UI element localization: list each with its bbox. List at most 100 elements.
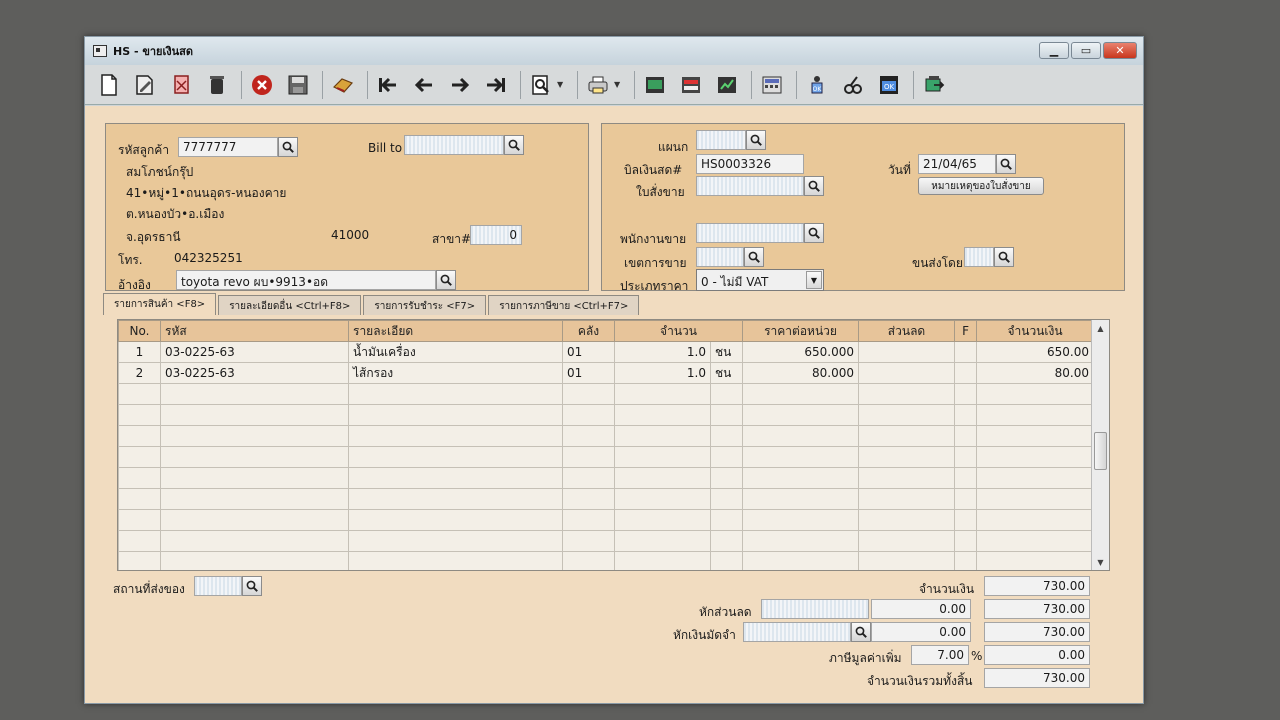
tools-button[interactable] [327, 69, 359, 101]
empty-row[interactable] [118, 488, 1095, 510]
next-record-button[interactable] [444, 69, 476, 101]
bill-no-field[interactable]: HS0003326 [696, 154, 804, 174]
cell-unit[interactable]: ชน [709, 341, 744, 363]
col-desc-header[interactable]: รายละเอียด [348, 320, 563, 342]
export-button[interactable] [675, 69, 707, 101]
scroll-down-icon[interactable]: ▼ [1092, 554, 1109, 570]
sales-order-lookup-button[interactable] [804, 176, 824, 196]
cell-amount[interactable]: 650.00 [976, 341, 1095, 363]
new-document-button[interactable] [93, 69, 125, 101]
edit-button[interactable] [129, 69, 161, 101]
table-row[interactable]: 2 03-0225-63 ไส้กรอง 01 1.0 ชน 80.000 80… [118, 362, 1095, 384]
empty-row[interactable] [118, 551, 1095, 570]
cell-warehouse[interactable]: 01 [562, 362, 615, 384]
col-unit-price-header[interactable]: ราคาต่อหน่วย [742, 320, 860, 342]
after-discount-field[interactable]: 730.00 [984, 599, 1090, 619]
col-discount-header[interactable]: ส่วนลด [858, 320, 956, 342]
cell-unit-price[interactable]: 80.000 [742, 362, 860, 384]
exit-button[interactable] [918, 69, 950, 101]
maximize-button[interactable]: ▭ [1071, 42, 1101, 59]
tab-other-details[interactable]: รายละเอียดอื่น <Ctrl+F8> [218, 295, 362, 315]
department-lookup-button[interactable] [746, 130, 766, 150]
customer-code-field[interactable]: 7777777 [178, 137, 278, 157]
tab-payments[interactable]: รายการรับชำระ <F7> [363, 295, 487, 315]
cell-code[interactable]: 03-0225-63 [160, 341, 349, 363]
cell-unit-price[interactable]: 650.000 [742, 341, 860, 363]
empty-row[interactable] [118, 425, 1095, 447]
cancel-button[interactable] [246, 69, 278, 101]
bill-to-lookup-button[interactable] [504, 135, 524, 155]
sales-area-field[interactable] [696, 247, 744, 267]
ship-place-lookup-button[interactable] [242, 576, 262, 596]
discount-percent-field[interactable] [761, 599, 869, 619]
date-picker-button[interactable] [996, 154, 1016, 174]
app-icon[interactable] [93, 45, 107, 57]
previous-record-button[interactable] [408, 69, 440, 101]
find-button[interactable] [525, 69, 557, 101]
empty-row[interactable] [118, 530, 1095, 552]
scroll-thumb[interactable] [1094, 432, 1107, 470]
date-field[interactable]: 21/04/65 [918, 154, 996, 174]
empty-row[interactable] [118, 467, 1095, 489]
cell-discount[interactable] [858, 341, 956, 363]
salesperson-field[interactable] [696, 223, 804, 243]
col-no-header[interactable]: No. [118, 320, 161, 342]
empty-row[interactable] [118, 509, 1095, 531]
close-button[interactable]: ✕ [1103, 42, 1137, 59]
title-bar[interactable]: HS - ขายเงินสด ▁ ▭ ✕ [85, 37, 1143, 65]
chevron-down-icon[interactable]: ▼ [806, 271, 822, 289]
cell-discount[interactable] [858, 362, 956, 384]
report-button[interactable] [639, 69, 671, 101]
cell-unit[interactable]: ชน [709, 362, 744, 384]
empty-row[interactable] [118, 404, 1095, 426]
sales-order-field[interactable] [696, 176, 804, 196]
empty-row[interactable] [118, 383, 1095, 405]
col-qty-header[interactable]: จำนวน [613, 320, 744, 342]
tab-sales-tax[interactable]: รายการภาษีขาย <Ctrl+F7> [488, 295, 640, 315]
chevron-down-icon[interactable]: ▼ [557, 80, 567, 89]
ship-by-field[interactable] [964, 247, 994, 267]
cell-desc[interactable]: ไส้กรอง [348, 362, 563, 384]
cell-qty[interactable]: 1.0 [614, 362, 711, 384]
calculator-button[interactable] [756, 69, 788, 101]
deposit-field[interactable]: 0.00 [871, 622, 971, 642]
sales-order-note-button[interactable]: หมายเหตุของใบสั่งขาย [918, 177, 1044, 195]
copy-button[interactable] [165, 69, 197, 101]
cell-qty[interactable]: 1.0 [614, 341, 711, 363]
col-warehouse-header[interactable]: คลัง [562, 320, 615, 342]
table-row[interactable]: 1 03-0225-63 น้ำมันเครื่อง 01 1.0 ชน 650… [118, 341, 1095, 363]
cell-code[interactable]: 03-0225-63 [160, 362, 349, 384]
customer-lookup-button[interactable] [278, 137, 298, 157]
ok-button[interactable]: OK [873, 69, 905, 101]
vat-rate-field[interactable]: 7.00 [911, 645, 969, 665]
first-record-button[interactable] [372, 69, 404, 101]
col-f-header[interactable]: F [954, 320, 978, 342]
deposit-lookup-button[interactable] [851, 622, 871, 642]
ship-by-lookup-button[interactable] [994, 247, 1014, 267]
grid-scrollbar[interactable]: ▲ ▼ [1091, 320, 1109, 570]
tab-items[interactable]: รายการสินค้า <F8> [103, 293, 217, 315]
grand-total-field[interactable]: 730.00 [984, 668, 1090, 688]
cell-warehouse[interactable]: 01 [562, 341, 615, 363]
after-deposit-field[interactable]: 730.00 [984, 622, 1090, 642]
cell-no[interactable]: 2 [118, 362, 161, 384]
scroll-up-icon[interactable]: ▲ [1092, 320, 1109, 336]
ship-place-field[interactable] [194, 576, 242, 596]
delete-button[interactable] [201, 69, 233, 101]
cell-amount[interactable]: 80.00 [976, 362, 1095, 384]
salesperson-lookup-button[interactable] [804, 223, 824, 243]
last-record-button[interactable] [480, 69, 512, 101]
branch-field[interactable]: 0 [470, 225, 522, 245]
empty-row[interactable] [118, 446, 1095, 468]
discount-field[interactable]: 0.00 [871, 599, 971, 619]
reference-lookup-button[interactable] [436, 270, 456, 290]
cell-desc[interactable]: น้ำมันเครื่อง [348, 341, 563, 363]
chart-button[interactable] [711, 69, 743, 101]
cell-f[interactable] [954, 341, 978, 363]
col-amount-header[interactable]: จำนวนเงิน [976, 320, 1095, 342]
minimize-button[interactable]: ▁ [1039, 42, 1069, 59]
col-code-header[interactable]: รหัส [160, 320, 349, 342]
reference-field[interactable]: toyota revo ผบ•9913•อด [176, 270, 436, 290]
vat-field[interactable]: 0.00 [984, 645, 1090, 665]
sales-area-lookup-button[interactable] [744, 247, 764, 267]
